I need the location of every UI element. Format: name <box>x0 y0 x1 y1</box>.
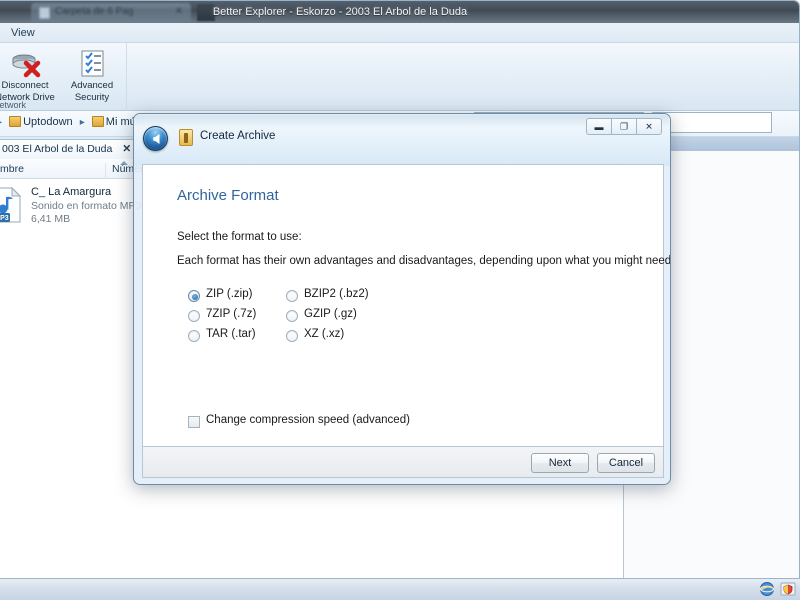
document-tab-label: 003 El Arbol de la Duda <box>2 143 113 155</box>
advanced-security-icon <box>76 47 108 79</box>
close-button[interactable]: ✕ <box>636 118 662 135</box>
security-shield-icon[interactable] <box>780 581 796 597</box>
radio-gzip-indicator <box>286 310 298 322</box>
file-size: 6,41 MB <box>31 213 71 225</box>
document-tab-close-icon[interactable]: ✕ <box>122 143 131 155</box>
ribbon-tab-strip: View <box>0 23 799 43</box>
back-button[interactable] <box>143 126 168 151</box>
page-title: Archive Format <box>177 187 279 204</box>
file-name: C_ La Amargura <box>31 186 112 198</box>
create-archive-dialog: Create Archive ▬ ❐ ✕ Archive Format Sele… <box>133 113 671 485</box>
radio-7zip-label: 7ZIP (.7z) <box>206 308 257 320</box>
disconnect-network-drive-button[interactable]: Disconnect Network Drive <box>0 47 58 103</box>
ribbon-group-network: Disconnect Network Drive Advanced Securi… <box>0 43 127 111</box>
ribbon-tab-view[interactable]: View <box>3 25 43 41</box>
minimize-icon: ▬ <box>594 121 604 132</box>
taskbar <box>0 578 800 600</box>
column-header-nombre-label: mbre <box>0 163 24 175</box>
radio-xz-label: XZ (.xz) <box>304 328 345 340</box>
dialog-titlebar[interactable]: Create Archive ▬ ❐ ✕ <box>134 114 670 166</box>
radio-xz-indicator <box>286 330 298 342</box>
intro-text: Select the format to use: <box>177 231 302 243</box>
breadcrumb: ▸ Uptodown ▸ Mi músi <box>0 116 144 128</box>
radio-bzip2-indicator <box>286 290 298 302</box>
ribbon-group-label: Network <box>0 100 27 110</box>
cancel-button[interactable]: Cancel <box>597 453 655 473</box>
document-tab[interactable]: 003 El Arbol de la Duda ✕ <box>0 139 141 159</box>
radio-gzip-label: GZIP (.gz) <box>304 308 357 320</box>
archive-icon <box>179 129 193 146</box>
ribbon-panel: Disconnect Network Drive Advanced Securi… <box>0 43 799 111</box>
checkbox-indicator <box>188 416 200 428</box>
radio-tar-indicator <box>188 330 200 342</box>
radio-7zip-indicator <box>188 310 200 322</box>
file-type: Sonido en formato MP3 <box>31 200 142 212</box>
breadcrumb-chevron-icon: ▸ <box>0 117 2 128</box>
disconnect-network-drive-icon <box>9 47 41 79</box>
breadcrumb-item-uptodown[interactable]: Uptodown <box>23 116 73 128</box>
radio-bzip2-label: BZIP2 (.bz2) <box>304 288 369 300</box>
internet-explorer-icon[interactable] <box>759 581 775 597</box>
window-title: Better Explorer - Eskorzo - 2003 El Arbo… <box>212 6 468 18</box>
maximize-button[interactable]: ❐ <box>611 118 637 135</box>
dialog-caption: Create Archive <box>200 130 276 142</box>
screen: Carpeta de 6 Pag ✕ Better Explorer - Esk… <box>0 0 800 600</box>
disconnect-network-drive-label-1: Disconnect <box>1 80 49 91</box>
radio-zip-indicator <box>188 290 200 302</box>
dialog-body: Archive Format Select the format to use:… <box>142 164 670 447</box>
system-tray <box>759 581 796 597</box>
window-controls: ▬ ❐ ✕ <box>586 118 662 135</box>
back-arrow-icon <box>152 133 159 144</box>
svg-text:MP3: MP3 <box>0 215 9 222</box>
folder-icon <box>9 116 22 127</box>
folder-icon-2 <box>91 116 104 127</box>
next-button[interactable]: Next <box>531 453 589 473</box>
close-icon: ✕ <box>645 121 653 131</box>
dialog-footer: Next Cancel <box>142 447 664 478</box>
mp3-file-icon: MP3 <box>0 186 23 223</box>
maximize-icon: ❐ <box>619 121 629 131</box>
column-header-nombre[interactable]: mbre <box>0 161 128 179</box>
checkbox-label: Change compression speed (advanced) <box>206 414 410 426</box>
radio-tar-label: TAR (.tar) <box>206 328 256 340</box>
breadcrumb-chevron-icon-2[interactable]: ▸ <box>80 117 85 128</box>
description-text: Each format has their own advantages and… <box>177 255 671 267</box>
radio-zip-label: ZIP (.zip) <box>206 288 253 300</box>
advanced-security-button[interactable]: Advanced Security <box>59 47 125 103</box>
minimize-button[interactable]: ▬ <box>586 118 612 135</box>
advanced-security-label-1: Advanced <box>70 80 114 91</box>
window-titlebar[interactable]: Carpeta de 6 Pag ✕ Better Explorer - Esk… <box>0 1 799 23</box>
